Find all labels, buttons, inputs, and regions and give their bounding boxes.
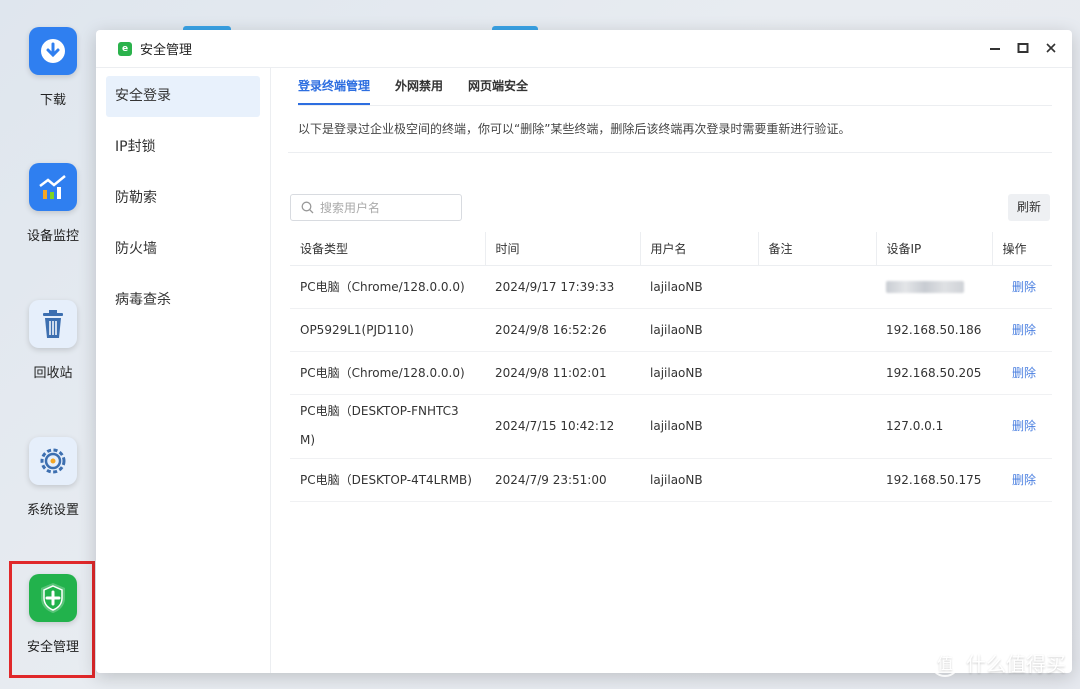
cell-username: lajilaoNB: [640, 265, 758, 309]
divider: [288, 152, 1052, 153]
tab-web-security[interactable]: 网页端安全: [468, 68, 528, 105]
app-logo-icon: e: [118, 41, 132, 56]
cell-ip: 192.168.50.186: [876, 308, 992, 352]
cell-note: [758, 351, 876, 395]
table-row: PC电脑（DESKTOP-FNHTC3 M) 2024/7/15 10:42:1…: [290, 394, 1052, 459]
desktop-icon-label: 回收站: [33, 366, 73, 381]
download-icon: [29, 27, 77, 75]
maximize-icon[interactable]: [1016, 40, 1030, 56]
tab-external-network-ban[interactable]: 外网禁用: [395, 68, 443, 105]
cell-note: [758, 308, 876, 352]
cell-username: lajilaoNB: [640, 458, 758, 502]
cell-username: lajilaoNB: [640, 351, 758, 395]
cell-note: [758, 458, 876, 502]
minimize-icon[interactable]: [988, 40, 1002, 56]
table-row: PC电脑（DESKTOP-4T4LRMB) 2024/7/9 23:51:00 …: [290, 458, 1052, 502]
cell-device: PC电脑（Chrome/128.0.0.0): [290, 351, 485, 395]
table-row: OP5929L1(PJD110) 2024/9/8 16:52:26 lajil…: [290, 308, 1052, 352]
desktop-icon-settings[interactable]: 系统设置: [5, 437, 101, 518]
cell-username: lajilaoNB: [640, 394, 758, 459]
cell-note: [758, 394, 876, 459]
delete-button[interactable]: 删除: [992, 308, 1052, 352]
column-header-device-ip[interactable]: 设备IP: [876, 232, 993, 266]
column-header-action: 操作: [992, 232, 1052, 266]
column-header-note[interactable]: 备注: [758, 232, 877, 266]
cell-device-line: M): [300, 433, 316, 447]
cell-username: lajilaoNB: [640, 308, 758, 352]
search-icon: [301, 201, 314, 214]
table-header-row: 设备类型 时间 用户名 备注 设备IP 操作: [290, 232, 1052, 266]
cell-time: 2024/7/15 10:42:12: [485, 394, 640, 459]
terminal-table: 设备类型 时间 用户名 备注 设备IP 操作 PC电脑（Chrome/128.0…: [290, 232, 1052, 502]
sidebar: 安全登录 IP封锁 防勒索 防火墙 病毒查杀: [96, 68, 271, 673]
sidebar-item-secure-login[interactable]: 安全登录: [106, 76, 260, 117]
blurred-ip: [886, 281, 964, 293]
cell-note: [758, 265, 876, 309]
cell-device-line: PC电脑（DESKTOP-FNHTC3: [300, 404, 459, 418]
description-text: 以下是登录过企业极空间的终端，你可以“删除”某些终端，删除后该终端再次登录时需要…: [298, 122, 851, 136]
cell-time: 2024/9/17 17:39:33: [485, 265, 640, 309]
sidebar-item-firewall[interactable]: 防火墙: [106, 229, 260, 270]
desktop-icon-label: 下载: [39, 93, 66, 108]
delete-button[interactable]: 删除: [992, 351, 1052, 395]
monitor-chart-icon: [29, 163, 77, 211]
cell-ip: 127.0.0.1: [876, 394, 992, 459]
cell-ip: 192.168.50.175: [876, 458, 992, 502]
tab-terminal-management[interactable]: 登录终端管理: [298, 68, 371, 105]
delete-button[interactable]: 删除: [992, 265, 1052, 309]
cell-device: PC电脑（DESKTOP-4T4LRMB): [290, 458, 485, 502]
column-header-username[interactable]: 用户名: [640, 232, 759, 266]
main-panel: 登录终端管理 外网禁用 网页端安全 以下是登录过企业极空间的终端，你可以“删除”…: [271, 68, 1072, 673]
column-header-device-type[interactable]: 设备类型: [290, 232, 486, 266]
cell-device: OP5929L1(PJD110): [290, 308, 485, 352]
sidebar-item-ip-block[interactable]: IP封锁: [106, 127, 260, 168]
delete-button[interactable]: 删除: [992, 458, 1052, 502]
delete-button[interactable]: 删除: [992, 394, 1052, 459]
watermark: 值 什么值得买: [930, 647, 1066, 677]
cell-time: 2024/9/8 16:52:26: [485, 308, 640, 352]
desktop-icon-recycle-bin[interactable]: 回收站: [5, 300, 101, 381]
table-row: PC电脑（Chrome/128.0.0.0) 2024/9/8 11:02:01…: [290, 351, 1052, 395]
security-manager-window: e 安全管理 安全登录 IP封锁 防勒索 防火墙 病毒查杀 登录终端管理 外网禁…: [96, 30, 1072, 673]
search-box[interactable]: [290, 194, 462, 221]
cell-device: PC电脑（DESKTOP-FNHTC3 M): [290, 394, 485, 459]
table-row: PC电脑（Chrome/128.0.0.0) 2024/9/17 17:39:3…: [290, 265, 1052, 309]
sidebar-item-anti-ransomware[interactable]: 防勒索: [106, 178, 260, 219]
cell-ip: [876, 265, 992, 309]
search-input[interactable]: [320, 200, 450, 215]
desktop-icon-monitor[interactable]: 设备监控: [5, 163, 101, 244]
watermark-text: 什么值得买: [966, 651, 1066, 676]
tab-bar: 登录终端管理 外网禁用 网页端安全: [298, 68, 1052, 106]
selection-highlight: [9, 561, 95, 678]
cell-time: 2024/9/8 11:02:01: [485, 351, 640, 395]
window-controls: [988, 40, 1058, 56]
watermark-logo-icon: 值: [930, 647, 960, 677]
cell-time: 2024/7/9 23:51:00: [485, 458, 640, 502]
close-icon[interactable]: [1044, 40, 1058, 56]
cell-ip: 192.168.50.205: [876, 351, 992, 395]
column-header-time[interactable]: 时间: [485, 232, 641, 266]
gear-icon: [29, 437, 77, 485]
refresh-button[interactable]: 刷新: [1008, 194, 1050, 221]
trash-icon: [29, 300, 77, 348]
cell-device: PC电脑（Chrome/128.0.0.0): [290, 265, 485, 309]
window-title: 安全管理: [140, 43, 193, 58]
desktop-icon-label: 系统设置: [26, 503, 79, 518]
desktop-icon-download[interactable]: 下载: [5, 27, 101, 108]
desktop-icon-label: 设备监控: [26, 229, 79, 244]
sidebar-item-antivirus[interactable]: 病毒查杀: [106, 280, 260, 321]
title-bar[interactable]: e 安全管理: [96, 30, 1072, 68]
